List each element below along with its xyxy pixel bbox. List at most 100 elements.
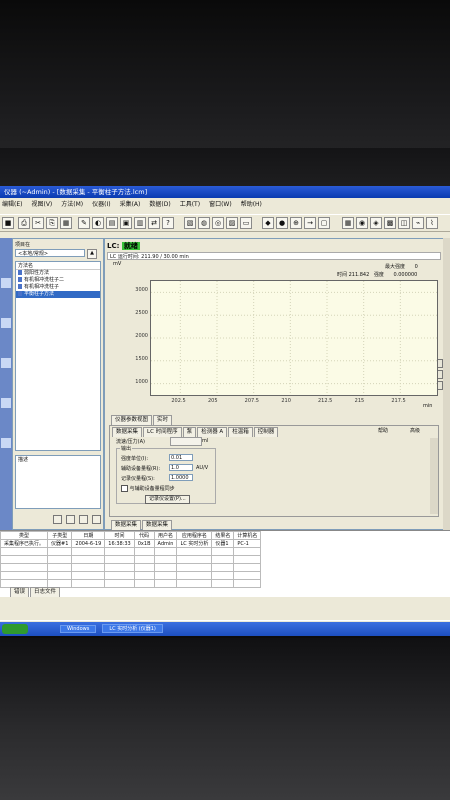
log-column-header[interactable]: 代码 <box>133 531 155 540</box>
toolbar-icon-12[interactable]: ▧ <box>184 217 196 229</box>
readout-intensity-label: 强度 <box>373 272 384 278</box>
toolbar-icon-20[interactable]: → <box>304 217 316 229</box>
toolbar-icon-6[interactable]: ◐ <box>92 217 104 229</box>
out3-input[interactable]: 1.0000 <box>169 474 193 481</box>
log-tab-1[interactable]: 日志文件 <box>30 587 61 597</box>
project-selector[interactable]: <本地/常规> <box>15 249 85 257</box>
log-column-header[interactable]: 计算机名 <box>233 531 262 540</box>
mode-label[interactable]: 高级 <box>410 427 420 434</box>
toolbar-icon-11[interactable]: ? <box>162 217 174 229</box>
nav-icon-2[interactable] <box>1 318 11 328</box>
window-title: 仪器 (~Admin) - [数据采集 - 平衡柱子方法.lcm] <box>4 188 148 196</box>
log-column-header[interactable]: 日期 <box>71 531 106 540</box>
menu-item-3[interactable]: 仪器(I) <box>92 201 110 208</box>
param-subtab-1[interactable]: LC 时间程序 <box>143 427 182 437</box>
photo-background-top <box>0 0 450 150</box>
toolbar-icon-23[interactable]: ◉ <box>356 217 368 229</box>
bottom-tab-1[interactable]: 实时 <box>153 415 173 425</box>
help-label[interactable]: 帮助 <box>378 427 388 434</box>
view-button-1[interactable] <box>53 515 62 524</box>
menu-item-8[interactable]: 帮助(H) <box>241 201 262 208</box>
project-up-button[interactable]: ▲ <box>87 249 97 259</box>
log-tab-0[interactable]: 错误 <box>10 587 30 597</box>
param-subtab-5[interactable]: 控制器 <box>253 427 279 437</box>
log-column-header[interactable]: 时间 <box>104 531 135 540</box>
menu-item-7[interactable]: 窗口(W) <box>209 201 232 208</box>
toolbar-icon-8[interactable]: ▣ <box>120 217 132 229</box>
nav-icon-4[interactable] <box>1 398 11 408</box>
toolbar-icon-26[interactable]: ◫ <box>398 217 410 229</box>
nav-icon-3[interactable] <box>1 358 11 368</box>
chromatogram-plot[interactable] <box>150 280 438 396</box>
toolbar-icon-0[interactable]: ■ <box>2 217 14 229</box>
log-column-header[interactable]: 类型 <box>0 531 49 540</box>
menu-item-4[interactable]: 采集(A) <box>120 201 141 208</box>
toolbar-icon-18[interactable]: ● <box>276 217 288 229</box>
main-scrollbar[interactable] <box>443 238 450 530</box>
y-tick-label: 1000 <box>135 378 148 385</box>
log-column-header[interactable]: 子类型 <box>47 531 73 540</box>
toolbar-icon-4[interactable]: ▦ <box>60 217 72 229</box>
view-button-4[interactable] <box>91 515 101 524</box>
toolbar-icon-13[interactable]: ◍ <box>198 217 210 229</box>
start-button[interactable] <box>2 624 28 634</box>
method-file-icon <box>18 284 22 289</box>
log-column-header[interactable]: 应用程序名 <box>176 531 213 540</box>
param-subtab-4[interactable]: 柱温箱 <box>228 427 253 437</box>
taskbar-item-1[interactable]: LC 实时分析 (仪器1) <box>102 624 163 633</box>
menu-item-6[interactable]: 工具(T) <box>180 201 200 208</box>
menu-item-5[interactable]: 数据(D) <box>149 201 170 208</box>
view-tab-0[interactable]: 数据采集 <box>111 520 142 530</box>
log-column-header[interactable]: 结果名 <box>211 531 235 540</box>
recorder-settings-button[interactable]: 记录仪设置(P)... <box>145 495 190 504</box>
menu-item-0[interactable]: 编辑(E) <box>2 201 22 208</box>
param-subtab-3[interactable]: 检测器 A <box>197 427 228 437</box>
view-button-3[interactable] <box>78 515 88 524</box>
param-scrollbar[interactable] <box>430 438 438 514</box>
toolbar-icon-3[interactable]: ⎘ <box>46 217 58 229</box>
log-column-header[interactable]: 用户名 <box>153 531 178 540</box>
toolbar-icon-15[interactable]: ▨ <box>226 217 238 229</box>
toolbar-icon-21[interactable]: ▢ <box>318 217 330 229</box>
table-cell-empty <box>233 571 262 580</box>
toolbar-icon-17[interactable]: ◆ <box>262 217 274 229</box>
toolbar-icon-16[interactable]: ▭ <box>240 217 252 229</box>
bottom-tab-0[interactable]: 仪器参数视图 <box>111 415 153 425</box>
method-item[interactable]: 弱阳性方法 <box>16 270 100 277</box>
toolbar-icon-28[interactable]: ⌇ <box>426 217 438 229</box>
nav-icon-1[interactable] <box>1 278 11 288</box>
toolbar-icon-22[interactable]: ▦ <box>342 217 354 229</box>
menu-item-2[interactable]: 方法(M) <box>61 201 83 208</box>
sync-checkbox-box[interactable] <box>121 485 128 492</box>
menu-item-1[interactable]: 视图(V) <box>31 201 52 208</box>
view-tab-1[interactable]: 数据采集 <box>142 520 173 530</box>
param-subtab-0[interactable]: 数据采集 <box>112 427 143 437</box>
toolbar-icon-2[interactable]: ✂ <box>32 217 44 229</box>
param-subtab-2[interactable]: 泵 <box>182 427 197 437</box>
toolbar-icon-5[interactable]: ✎ <box>78 217 90 229</box>
out2-select[interactable]: 1.0 <box>169 464 193 471</box>
sync-checkbox[interactable]: 与辅助设备量程同步 <box>121 485 175 492</box>
table-cell: 16:38:33 <box>104 539 135 548</box>
method-item[interactable]: 有机相冲洗柱子 <box>16 284 100 291</box>
toolbar-icon-27[interactable]: ⌁ <box>412 217 424 229</box>
toolbar-icon-10[interactable]: ⇄ <box>148 217 160 229</box>
toolbar-icon-1[interactable]: ⎙ <box>18 217 30 229</box>
toolbar-icon-14[interactable]: ◎ <box>212 217 224 229</box>
navigation-bar[interactable] <box>0 238 12 530</box>
view-button-2[interactable] <box>65 515 75 524</box>
window-titlebar[interactable]: 仪器 (~Admin) - [数据采集 - 平衡柱子方法.lcm] <box>0 186 450 198</box>
toolbar-icon-7[interactable]: ▤ <box>106 217 118 229</box>
toolbar-icon-24[interactable]: ◈ <box>370 217 382 229</box>
toolbar-icon-19[interactable]: ⊕ <box>290 217 302 229</box>
method-item[interactable]: 有机相冲洗柱子二 <box>16 277 100 284</box>
toolbar-icon-9[interactable]: ▥ <box>134 217 146 229</box>
out1-select[interactable]: 0.01 <box>169 454 193 461</box>
nav-icon-5[interactable] <box>1 438 11 448</box>
table-cell-empty <box>211 563 235 572</box>
toolbar-icon-25[interactable]: ▩ <box>384 217 396 229</box>
field-rate-input[interactable] <box>170 437 202 446</box>
taskbar-item-0[interactable]: Windows <box>60 625 97 633</box>
method-item[interactable]: 平衡柱子方法 <box>16 291 100 298</box>
table-row[interactable]: 采集程序已执行。 仪器#1 2004-6-19 16:38:33 0x1B Admin LC… <box>0 539 262 548</box>
